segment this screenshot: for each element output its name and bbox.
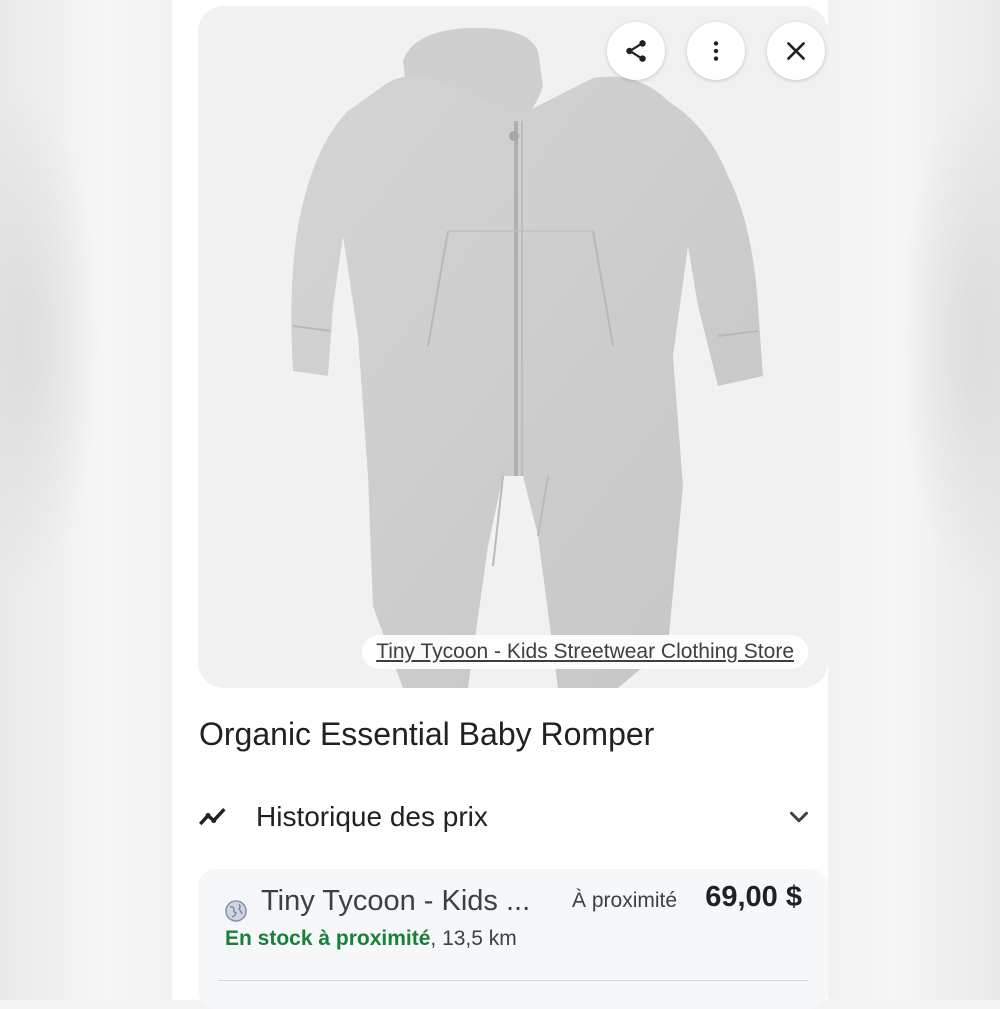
product-image [291,27,763,688]
price-history-row[interactable]: Historique des prix [196,790,814,844]
image-source-link[interactable]: Tiny Tycoon - Kids Streetwear Clothing S… [362,635,808,669]
store-globe-icon [225,900,247,922]
blurred-background-right [828,0,1000,1000]
share-icon [626,40,646,62]
trend-icon [198,808,226,826]
share-button[interactable] [607,22,665,80]
close-icon [787,42,805,60]
more-vert-icon [713,41,719,61]
nearby-label: À proximité [572,889,678,912]
price: 69,00 $ [705,881,802,913]
more-options-button[interactable] [687,22,745,80]
stock-status: En stock à proximité [225,927,431,950]
stock-line: En stock à proximité, 13,5 km [225,927,517,951]
product-title: Organic Essential Baby Romper [199,716,655,752]
blurred-background-left [0,0,172,1000]
distance: , 13,5 km [430,927,517,950]
chevron-down-icon [790,811,808,823]
product-panel: Tiny Tycoon - Kids Streetwear Clothing S… [172,0,828,1009]
divider [218,980,808,981]
offer-card[interactable]: Tiny Tycoon - Kids ... À proximité 69,00… [198,869,828,1009]
price-history-label: Historique des prix [256,801,488,832]
close-button[interactable] [767,22,825,80]
store-name: Tiny Tycoon - Kids ... [261,885,531,917]
product-image-card[interactable]: Tiny Tycoon - Kids Streetwear Clothing S… [198,6,828,688]
